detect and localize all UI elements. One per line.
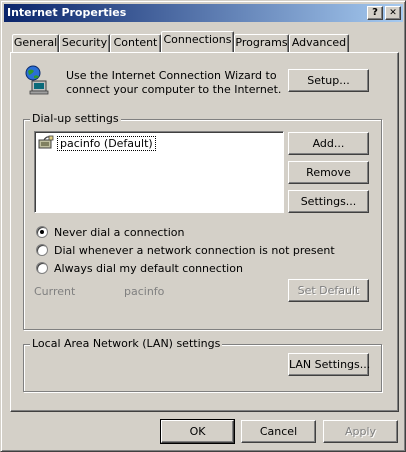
close-button[interactable]: ✕ [385,6,401,20]
title-bar[interactable]: Internet Properties ? ✕ [4,4,403,22]
wizard-text-line1: Use the Internet Connection Wizard to [66,69,277,82]
current-connection-value: pacinfo [124,285,165,298]
lan-settings-label: Local Area Network (LAN) settings [30,337,223,350]
radio-dial-whenever[interactable]: Dial whenever a network connection is no… [36,242,335,258]
help-button[interactable]: ? [367,6,383,20]
radio-button[interactable] [36,244,48,256]
radio-label: Never dial a connection [54,225,185,239]
tab-programs[interactable]: Programs [234,34,289,52]
cancel-button[interactable]: Cancel [241,420,316,443]
lan-settings-button[interactable]: LAN Settings... [288,353,370,376]
tab-label: Connections [163,33,232,46]
settings-button[interactable]: Settings... [288,190,369,213]
dialup-connection-icon [38,135,54,151]
ok-button[interactable]: OK [160,419,235,444]
tab-label: Content [113,36,158,49]
wizard-text-line2: connect your computer to the Internet. [66,83,282,96]
radio-label: Dial whenever a network connection is no… [54,243,335,257]
connection-name: pacinfo (Default) [57,135,156,151]
tab-label: General [13,36,58,49]
internet-properties-dialog: Internet Properties ? ✕ General Security… [0,0,406,452]
tab-content[interactable]: Content [110,34,161,52]
tab-label: Advanced [291,36,347,49]
tab-general[interactable]: General [12,34,59,52]
radio-button-checked[interactable] [36,226,48,238]
connections-tab-panel: Use the Internet Connection Wizard to co… [10,52,399,412]
radio-always-dial[interactable]: Always dial my default connection [36,260,243,276]
radio-label: Always dial my default connection [54,261,243,275]
apply-button[interactable]: Apply [323,420,398,443]
tab-label: Programs [235,36,288,49]
radio-button[interactable] [36,262,48,274]
close-icon: ✕ [389,8,397,18]
tab-connections[interactable]: Connections [161,31,234,52]
tab-advanced[interactable]: Advanced [289,34,349,52]
current-label: Current [34,285,76,298]
window-title: Internet Properties [7,6,127,19]
setup-button[interactable]: Setup... [288,69,369,92]
question-mark-icon: ? [372,7,378,18]
dialup-connections-list[interactable]: pacinfo (Default) [34,131,284,213]
set-default-button[interactable]: Set Default [288,279,369,302]
tab-security[interactable]: Security [59,34,110,52]
tab-label: Security [61,36,108,49]
list-item[interactable]: pacinfo (Default) [38,135,156,151]
add-button[interactable]: Add... [288,132,369,155]
connection-wizard-icon [24,65,50,95]
dialup-settings-label: Dial-up settings [30,112,121,125]
remove-button[interactable]: Remove [288,161,369,184]
radio-never-dial[interactable]: Never dial a connection [36,224,184,240]
